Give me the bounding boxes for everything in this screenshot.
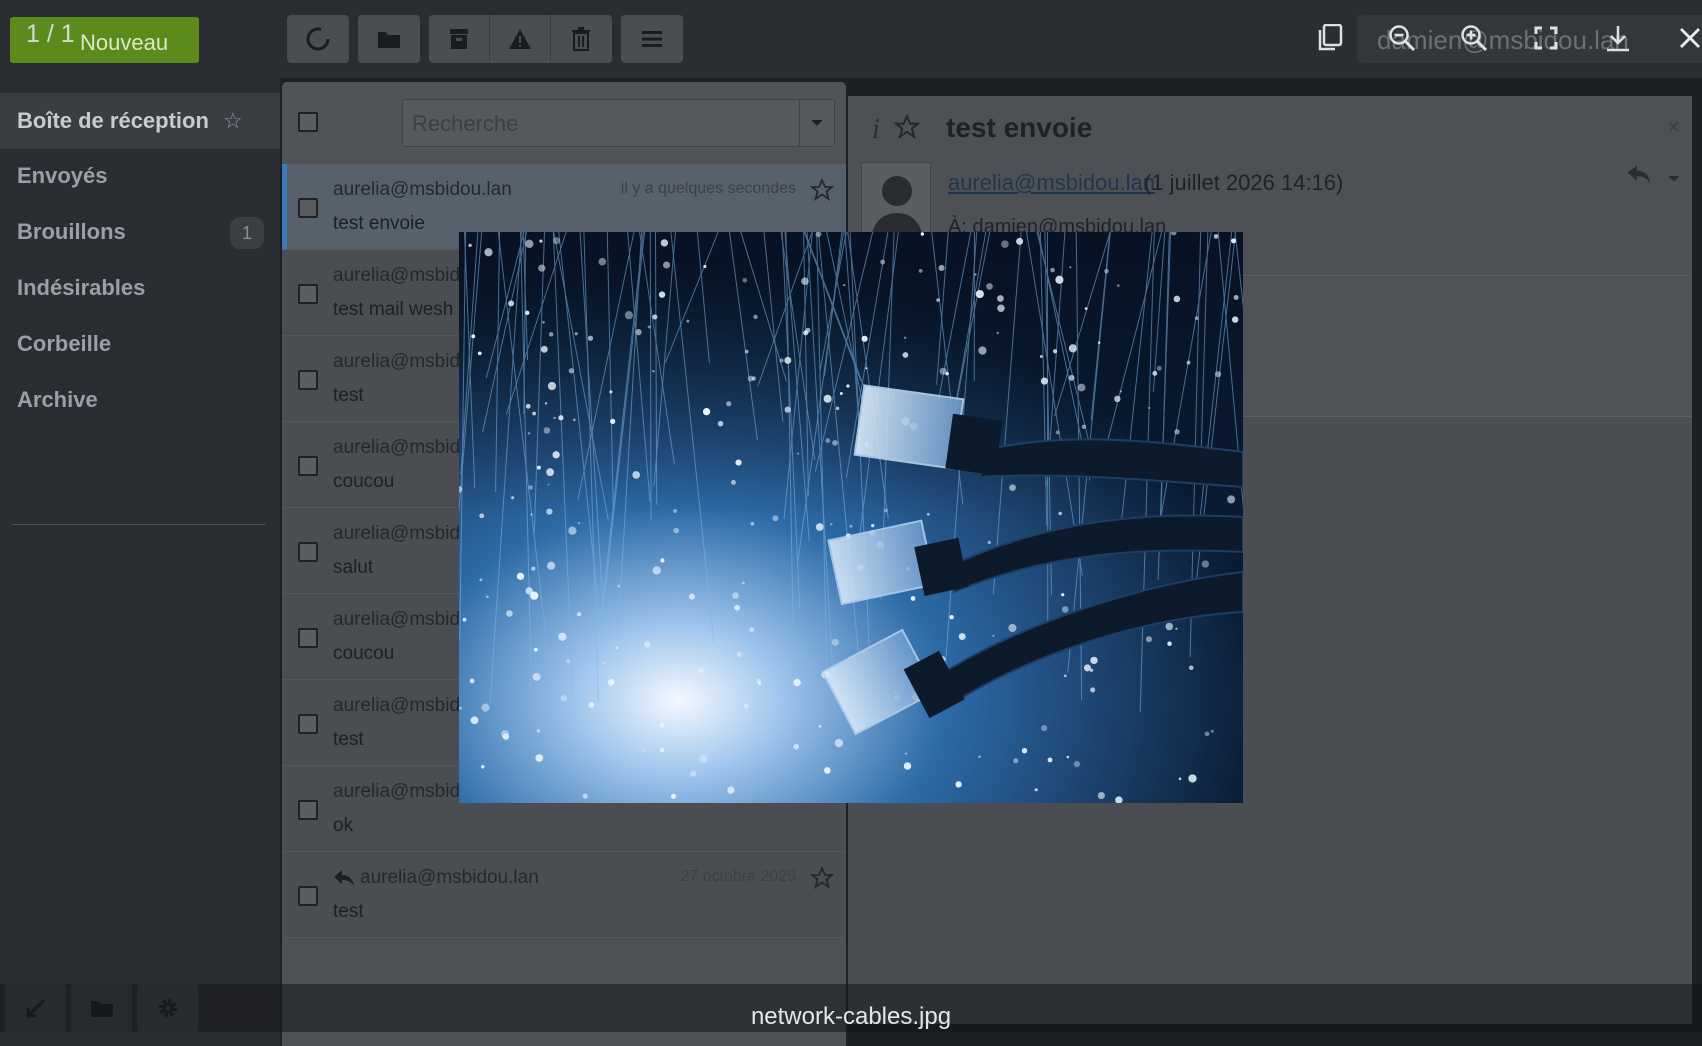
fullscreen-button[interactable] xyxy=(1510,14,1582,62)
mail-app: Nouveau damien@msbidou.lan Boîte de réce… xyxy=(0,0,1702,1046)
zoom-out-button[interactable] xyxy=(1366,14,1438,62)
zoom-in-button[interactable] xyxy=(1438,14,1510,62)
viewer-toolbar xyxy=(1294,14,1702,62)
download-button[interactable] xyxy=(1582,14,1654,62)
network-cables-photo xyxy=(459,232,1243,803)
image-filename: network-cables.jpg xyxy=(750,1003,952,1030)
attachment-image-network-cables xyxy=(459,232,1243,803)
zoom-in-icon xyxy=(1461,25,1488,52)
close-viewer-button[interactable] xyxy=(1654,14,1702,62)
download-icon xyxy=(1607,26,1629,52)
copy-icon xyxy=(1318,24,1343,51)
image-viewer-overlay: 1 / 1 network-cables.jpg xyxy=(0,0,1702,1046)
close-icon xyxy=(1680,28,1700,48)
zoom-out-icon xyxy=(1389,25,1416,52)
image-counter: 1 / 1 xyxy=(26,20,75,48)
fullscreen-icon xyxy=(1534,26,1558,50)
copy-button[interactable] xyxy=(1294,14,1366,62)
